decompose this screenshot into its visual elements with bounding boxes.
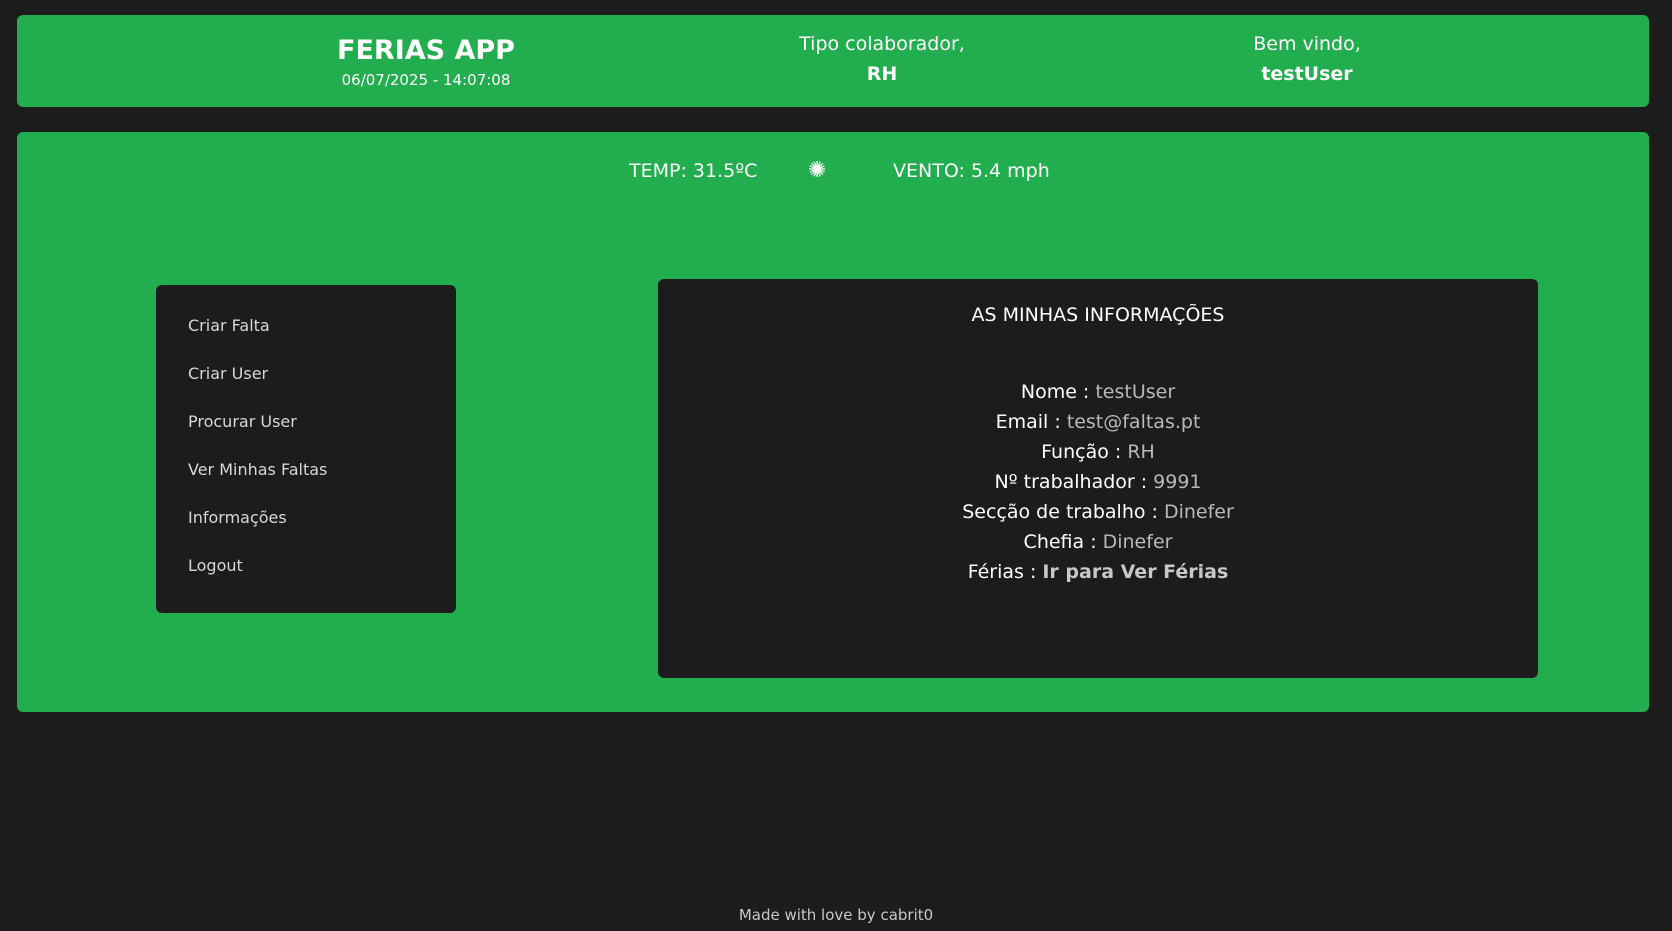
ver-ferias-link[interactable]: Ir para Ver Férias [1042, 561, 1228, 583]
sidebar-item-ver-minhas-faltas[interactable]: Ver Minhas Faltas [188, 459, 327, 481]
sidebar-item-criar-user[interactable]: Criar User [188, 363, 268, 385]
info-value: Dinefer [1163, 501, 1234, 523]
current-datetime: 06/07/2025 - 14:07:08 [341, 71, 511, 89]
info-value: 9991 [1153, 471, 1202, 493]
info-label: Secção de trabalho : [962, 501, 1158, 523]
sidebar-menu: Criar Falta Criar User Procurar User Ver… [156, 285, 456, 613]
info-row-numero-trabalhador: Nº trabalhador :9991 [658, 467, 1538, 497]
footer-credit: Made with love by cabrit0 [738, 906, 934, 924]
weather-bar: TEMP: 31.5ºC ✺ VENTO: 5.4 mph [17, 156, 1649, 186]
info-label: Férias : [967, 561, 1037, 583]
info-row-funcao: Função : RH [658, 437, 1538, 467]
app-brand: FERIAS APP 06/07/2025 - 14:07:08 [306, 29, 546, 91]
sidebar-item-procurar-user[interactable]: Procurar User [188, 411, 297, 433]
welcome: Bem vindo, testUser [1147, 29, 1467, 89]
info-value: test@faltas.pt [1066, 411, 1201, 433]
info-value: testUser [1095, 381, 1176, 403]
sun-icon: ✺ [808, 158, 827, 183]
welcome-label: Bem vindo, [1253, 33, 1361, 55]
info-label: Chefia : [1023, 531, 1097, 553]
user-type-value: RH [866, 63, 898, 85]
app-title: FERIAS APP [337, 35, 515, 66]
info-row-nome: Nome : testUser [658, 377, 1538, 407]
sidebar-item-criar-falta[interactable]: Criar Falta [188, 315, 270, 337]
sidebar-item-informacoes[interactable]: Informações [188, 507, 287, 529]
wind-speed: VENTO: 5.4 mph [893, 160, 1050, 182]
info-list: Nome : testUser Email : test@faltas.pt Fun… [658, 377, 1538, 587]
sidebar-item-logout[interactable]: Logout [188, 555, 243, 577]
info-value: Dinefer [1102, 531, 1173, 553]
main-panel: TEMP: 31.5ºC ✺ VENTO: 5.4 mph Criar Falt… [17, 132, 1649, 712]
info-label: Nome : [1020, 381, 1090, 403]
info-row-email: Email : test@faltas.pt [658, 407, 1538, 437]
user-type: Tipo colaborador, RH [722, 29, 1042, 89]
info-label: Função : [1041, 441, 1122, 463]
info-title: AS MINHAS INFORMAÇÕES [971, 304, 1225, 326]
info-label: Email : [995, 411, 1061, 433]
info-row-seccao: Secção de trabalho : Dinefer [658, 497, 1538, 527]
info-row-ferias: Férias : Ir para Ver Férias [658, 557, 1538, 587]
user-type-label: Tipo colaborador, [799, 33, 965, 55]
info-card: AS MINHAS INFORMAÇÕES Nome : testUser Ema… [658, 279, 1538, 678]
top-header: FERIAS APP 06/07/2025 - 14:07:08 Tipo co… [17, 15, 1649, 107]
welcome-username: testUser [1261, 63, 1353, 85]
info-row-chefia: Chefia : Dinefer [658, 527, 1538, 557]
info-label: Nº trabalhador : [994, 471, 1148, 493]
temperature: TEMP: 31.5ºC [629, 160, 758, 182]
info-value: RH [1127, 441, 1155, 463]
